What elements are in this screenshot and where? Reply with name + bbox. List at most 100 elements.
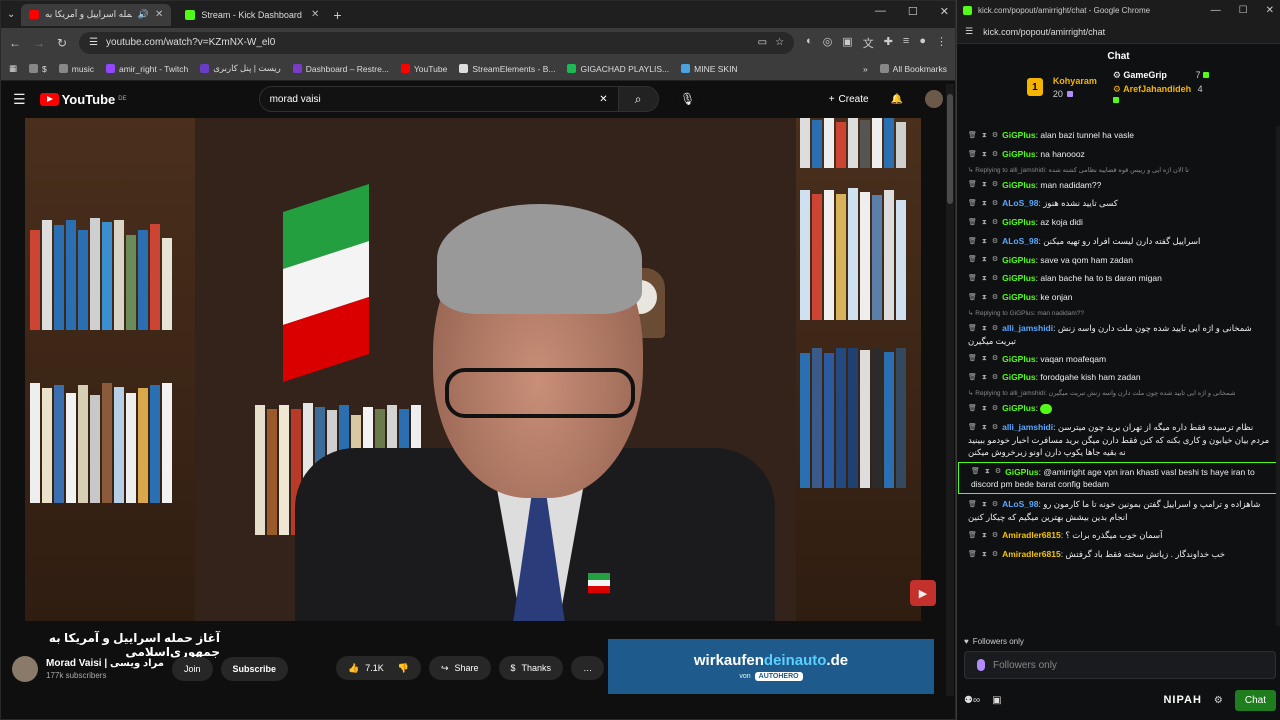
- translate-icon[interactable]: 文: [863, 35, 874, 51]
- chat-message[interactable]: 🗑 ⧗ ⚙ GiGPlus: az koja didi: [956, 213, 1280, 232]
- chat-input[interactable]: Followers only: [964, 651, 1276, 679]
- close-tab-icon[interactable]: ✕: [311, 9, 319, 20]
- timeout-icon[interactable]: ⧗: [982, 236, 987, 248]
- chat-username[interactable]: ALoS_98: [1002, 499, 1038, 509]
- delete-icon[interactable]: 🗑: [968, 254, 977, 266]
- chat-message[interactable]: 🗑 ⧗ ⚙ ALoS_98: شاهزاده و ترامپ و اسراییل گف…: [956, 495, 1280, 526]
- chat-message[interactable]: 🗑 ⧗ ⚙ alli_jamshidi: شمخانی و اژه ایی تایید…: [956, 319, 1280, 350]
- delete-icon[interactable]: 🗑: [968, 236, 977, 248]
- chat-message[interactable]: 🗑 ⧗ ⚙ ALoS_98: اسراییل گفته دارن لیست افراد…: [956, 232, 1280, 251]
- video-player[interactable]: [25, 118, 921, 621]
- subscribe-button[interactable]: Subscribe: [220, 657, 289, 681]
- extension-icon[interactable]: ▣: [842, 35, 852, 51]
- tab-youtube[interactable]: آغاز حمله اسراییل و آمریکا به 🔊 ✕: [21, 3, 172, 26]
- back-icon[interactable]: ←: [9, 36, 21, 50]
- timeout-icon[interactable]: ⧗: [982, 198, 987, 210]
- tab-search-icon[interactable]: ⌄: [7, 9, 15, 20]
- bookmark-item[interactable]: music: [58, 64, 94, 74]
- extension-icon[interactable]: ◐: [806, 35, 813, 51]
- like-button[interactable]: 👍 7.1K 👎: [336, 656, 421, 680]
- chat-username[interactable]: Amiradler6815: [1002, 549, 1061, 559]
- reply-context[interactable]: ↳ Replying to GiGPlus: man nadidam??: [956, 307, 1280, 319]
- address-bar[interactable]: ☰ youtube.com/watch?v=KZmNX-W_el0 ▭ ☆: [79, 31, 795, 54]
- timeout-icon[interactable]: ⧗: [982, 292, 987, 304]
- chat-message[interactable]: 🗑 ⧗ ⚙ GiGPlus: alan bazi tunnel ha vasle: [956, 126, 1280, 145]
- timeout-icon[interactable]: ⧗: [982, 530, 987, 542]
- chat-message[interactable]: 🗑 ⧗ ⚙ GiGPlus: na hanoooz: [956, 145, 1280, 164]
- chat-username[interactable]: ALoS_98: [1002, 198, 1038, 208]
- chat-username[interactable]: GiGPlus: [1002, 149, 1036, 159]
- timeout-icon[interactable]: ⧗: [985, 466, 990, 478]
- chat-username[interactable]: GiGPlus: [1002, 292, 1036, 302]
- reload-icon[interactable]: ↻: [57, 36, 67, 50]
- search-input[interactable]: morad vaisi ✕: [258, 86, 619, 112]
- chat-message[interactable]: 🗑 ⧗ ⚙ GiGPlus: save va qom ham zadan: [956, 251, 1280, 270]
- extension-icon[interactable]: ◎: [823, 35, 833, 51]
- close-tab-icon[interactable]: ✕: [155, 9, 163, 20]
- chat-message[interactable]: 🗑 ⧗ ⚙ ALoS_98: کسی تایید نشده هنوز: [956, 194, 1280, 213]
- chat-username[interactable]: GiGPlus: [1002, 273, 1036, 283]
- delete-icon[interactable]: 🗑: [968, 217, 977, 229]
- points-icon[interactable]: ⚉∞: [964, 695, 980, 706]
- maximize-icon[interactable]: ☐: [1239, 5, 1248, 16]
- delete-icon[interactable]: 🗑: [968, 499, 977, 511]
- youtube-watermark-icon[interactable]: ▶: [910, 580, 936, 606]
- thumbs-down-icon[interactable]: 👎: [398, 663, 409, 674]
- nipah-logo[interactable]: NIPAH: [1163, 694, 1201, 706]
- share-button[interactable]: ↪ Share: [428, 656, 491, 680]
- join-button[interactable]: Join: [172, 657, 213, 681]
- chat-message[interactable]: 🗑 ⧗ ⚙ GiGPlus: @amirright age vpn iran khas…: [958, 461, 1278, 495]
- bookmark-item[interactable]: Dashboard – Restre...: [292, 64, 389, 74]
- emote-icon[interactable]: [977, 659, 985, 671]
- scrollbar-thumb[interactable]: [947, 94, 953, 204]
- chat-message[interactable]: 🗑 ⧗ ⚙ GiGPlus: man nadidam??: [956, 176, 1280, 195]
- site-info-icon[interactable]: ☰: [89, 37, 98, 48]
- apps-icon[interactable]: ▦: [9, 63, 17, 74]
- bookmark-item[interactable]: ریست | پنل کاربری: [200, 63, 281, 74]
- timeout-icon[interactable]: ⧗: [982, 179, 987, 191]
- chat-username[interactable]: alli_jamshidi: [1002, 422, 1053, 432]
- reply-context[interactable]: ↳ Replying to alli_jamshidi: تا الان اژه…: [956, 164, 1280, 176]
- puzzle-icon[interactable]: ✚: [884, 35, 893, 51]
- create-button[interactable]: + Create: [829, 94, 869, 105]
- delete-icon[interactable]: 🗑: [968, 149, 977, 161]
- chat-message[interactable]: 🗑 ⧗ ⚙ GiGPlus: alan bache ha to ts daran mi…: [956, 269, 1280, 288]
- hamburger-menu-icon[interactable]: ☰: [13, 91, 26, 108]
- bookmark-item[interactable]: amir_right - Twitch: [105, 64, 188, 74]
- tab-kick-dashboard[interactable]: Stream - Kick Dashboard ✕: [177, 4, 327, 26]
- page-scrollbar[interactable]: [946, 84, 954, 696]
- timeout-icon[interactable]: ⧗: [982, 422, 987, 434]
- reply-context[interactable]: ↳ Replying to alli_jamshidi: شمخانی و اژ…: [956, 387, 1280, 399]
- delete-icon[interactable]: 🗑: [968, 403, 977, 415]
- chat-username[interactable]: alli_jamshidi: [1002, 323, 1053, 333]
- delete-icon[interactable]: 🗑: [968, 292, 977, 304]
- delete-icon[interactable]: 🗑: [968, 372, 977, 384]
- channel-avatar[interactable]: [12, 656, 38, 682]
- close-window-icon[interactable]: ✕: [1266, 5, 1274, 16]
- bookmark-item[interactable]: StreamElements - B...: [459, 64, 555, 74]
- chat-message[interactable]: 🗑 ⧗ ⚙ Amiradler6815: آسمان خوب میگذره برات …: [956, 526, 1280, 545]
- all-bookmarks[interactable]: All Bookmarks: [879, 64, 947, 74]
- chat-message[interactable]: 🗑 ⧗ ⚙ GiGPlus: ke onjan: [956, 288, 1280, 307]
- chat-username[interactable]: GiGPlus: [1002, 372, 1036, 382]
- close-window-icon[interactable]: ✕: [940, 5, 949, 18]
- chat-message[interactable]: 🗑 ⧗ ⚙ GiGPlus: forodgahe kish ham zadan: [956, 368, 1280, 387]
- timeout-icon[interactable]: ⧗: [982, 323, 987, 335]
- timeout-icon[interactable]: ⧗: [982, 353, 987, 365]
- cast-icon[interactable]: ▭: [758, 37, 767, 48]
- bookmark-item[interactable]: YouTube: [400, 64, 447, 74]
- delete-icon[interactable]: 🗑: [968, 198, 977, 210]
- thanks-button[interactable]: $ Thanks: [498, 656, 564, 680]
- chat-username[interactable]: GiGPlus: [1002, 354, 1036, 364]
- bookmark-star-icon[interactable]: ☆: [775, 37, 784, 48]
- delete-icon[interactable]: 🗑: [968, 530, 977, 542]
- notifications-bell-icon[interactable]: 🔔: [891, 94, 903, 105]
- forward-icon[interactable]: →: [33, 36, 45, 50]
- more-bookmarks-icon[interactable]: »: [863, 64, 868, 74]
- bookmark-item[interactable]: GIGACHAD PLAYLIS...: [567, 64, 669, 74]
- maximize-icon[interactable]: ☐: [908, 5, 918, 18]
- more-actions-button[interactable]: …: [571, 656, 605, 680]
- timeout-icon[interactable]: ⧗: [982, 403, 987, 415]
- delete-icon[interactable]: 🗑: [971, 466, 980, 478]
- chat-address-bar[interactable]: ☰ kick.com/popout/amirright/chat: [957, 20, 1280, 44]
